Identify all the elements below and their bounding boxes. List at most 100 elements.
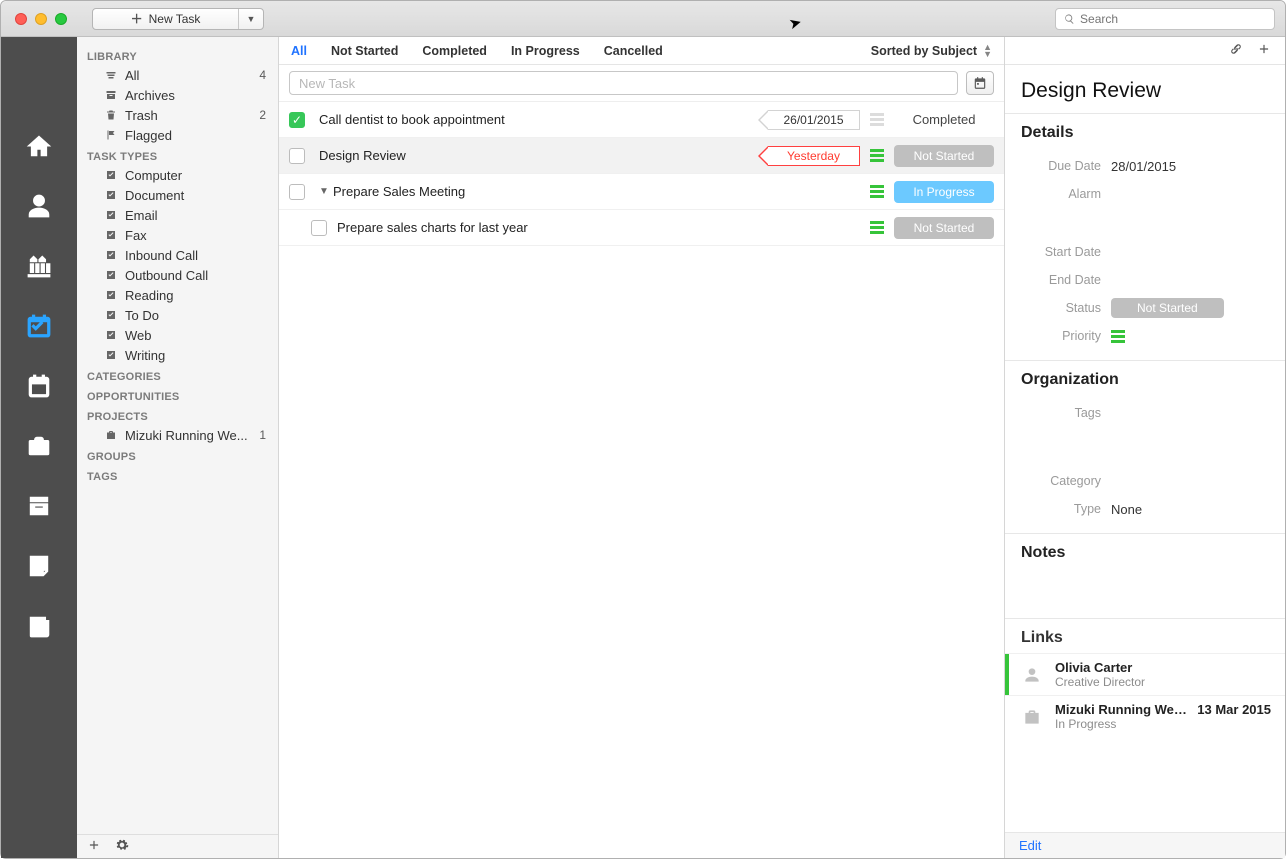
task-date-flag: Yesterday xyxy=(768,146,860,166)
detail-footer: Edit xyxy=(1005,832,1285,858)
person-icon xyxy=(1019,662,1045,688)
nav-rail xyxy=(1,37,77,858)
sidebar-tasktype-reading[interactable]: Reading xyxy=(77,285,278,305)
gear-icon[interactable] xyxy=(115,838,129,855)
filter-tab-in-progress[interactable]: In Progress xyxy=(511,44,580,58)
sidebar-tasktype-writing[interactable]: Writing xyxy=(77,345,278,365)
add-icon[interactable] xyxy=(87,838,101,855)
sort-control[interactable]: Sorted by Subject ▲▼ xyxy=(871,44,992,58)
rail-tasks[interactable] xyxy=(15,307,63,345)
sidebar-item-trash[interactable]: Trash 2 xyxy=(77,105,278,125)
link-row-project[interactable]: Mizuki Running Webs... 13 Mar 2015 In Pr… xyxy=(1005,695,1285,737)
priority-icon xyxy=(1111,330,1125,343)
detail-section-links: Links Olivia Carter Creative Director Mi… xyxy=(1005,618,1285,737)
zoom-window-button[interactable] xyxy=(55,13,67,25)
priority-icon xyxy=(870,185,884,198)
check-icon xyxy=(103,329,119,341)
priority-icon xyxy=(870,221,884,234)
check-icon xyxy=(103,189,119,201)
task-status: Completed xyxy=(894,112,994,127)
sidebar-tasktype-computer[interactable]: Computer xyxy=(77,165,278,185)
calendar-icon xyxy=(973,76,987,90)
rail-opportunities[interactable] xyxy=(15,487,63,525)
sidebar-section-categories: CATEGORIES xyxy=(77,365,278,385)
sidebar-tasktype-web[interactable]: Web xyxy=(77,325,278,345)
link-row-person[interactable]: Olivia Carter Creative Director xyxy=(1005,653,1285,695)
sidebar-item-flagged[interactable]: Flagged xyxy=(77,125,278,145)
stack-icon xyxy=(103,69,119,81)
filter-tab-cancelled[interactable]: Cancelled xyxy=(604,44,663,58)
sidebar-project-mizuki[interactable]: Mizuki Running We... 1 xyxy=(77,425,278,445)
rail-calendar[interactable] xyxy=(15,367,63,405)
sidebar-tasktype-inbound-call[interactable]: Inbound Call xyxy=(77,245,278,265)
sidebar-footer xyxy=(77,834,278,858)
check-icon xyxy=(103,309,119,321)
sidebar-section-groups: GROUPS xyxy=(77,445,278,465)
detail-title: Design Review xyxy=(1005,65,1285,113)
close-window-button[interactable] xyxy=(15,13,27,25)
detail-section-notes: Notes xyxy=(1005,533,1285,618)
rail-contacts[interactable] xyxy=(15,187,63,225)
task-checkbox[interactable]: ✓ xyxy=(289,112,305,128)
sidebar-tasktype-todo[interactable]: To Do xyxy=(77,305,278,325)
new-task-segmented: ＋ New Task ▼ xyxy=(92,8,264,30)
link-icon[interactable] xyxy=(1229,42,1243,59)
sort-arrows-icon: ▲▼ xyxy=(983,44,992,58)
filter-tab-completed[interactable]: Completed xyxy=(422,44,487,58)
chevron-down-icon: ▼ xyxy=(247,14,256,24)
check-icon xyxy=(103,249,119,261)
sidebar-tasktype-fax[interactable]: Fax xyxy=(77,225,278,245)
task-status: Not Started xyxy=(894,145,994,167)
sidebar: LIBRARY All 4 Archives Trash 2 Fl xyxy=(77,37,279,858)
minimize-window-button[interactable] xyxy=(35,13,47,25)
quick-add-input[interactable] xyxy=(289,71,958,95)
rail-home[interactable] xyxy=(15,127,63,165)
calendar-button[interactable] xyxy=(966,71,994,95)
detail-toolbar xyxy=(1005,37,1285,65)
sidebar-tasktype-document[interactable]: Document xyxy=(77,185,278,205)
rail-projects[interactable] xyxy=(15,427,63,465)
task-row[interactable]: Design Review Yesterday Not Started xyxy=(279,138,1004,174)
filter-tab-all[interactable]: All xyxy=(291,44,307,58)
search-input[interactable] xyxy=(1080,12,1266,26)
task-pane: All Not Started Completed In Progress Ca… xyxy=(279,37,1005,858)
mouse-cursor-icon: ➤ xyxy=(787,13,804,34)
task-checkbox[interactable] xyxy=(311,220,327,236)
task-checkbox[interactable] xyxy=(289,184,305,200)
task-status: In Progress xyxy=(894,181,994,203)
sidebar-section-library: LIBRARY xyxy=(77,45,278,65)
disclosure-triangle-icon[interactable]: ▼ xyxy=(319,186,329,197)
rail-organizations[interactable] xyxy=(15,247,63,285)
check-icon xyxy=(103,229,119,241)
filter-tab-not-started[interactable]: Not Started xyxy=(331,44,398,58)
rail-news[interactable] xyxy=(15,607,63,645)
sidebar-item-all[interactable]: All 4 xyxy=(77,65,278,85)
sidebar-tasktype-email[interactable]: Email xyxy=(77,205,278,225)
task-checkbox[interactable] xyxy=(289,148,305,164)
new-task-button[interactable]: ＋ New Task xyxy=(93,9,238,29)
task-row[interactable]: ✓ Call dentist to book appointment 26/01… xyxy=(279,102,1004,138)
check-icon xyxy=(103,209,119,221)
task-row[interactable]: ▼ Prepare Sales Meeting In Progress xyxy=(279,174,1004,210)
searchbox[interactable] xyxy=(1055,8,1275,30)
sidebar-tasktype-outbound-call[interactable]: Outbound Call xyxy=(77,265,278,285)
plus-icon[interactable] xyxy=(1257,42,1271,59)
plus-icon: ＋ xyxy=(131,10,143,27)
briefcase-icon xyxy=(1019,704,1045,730)
task-row[interactable]: Prepare sales charts for last year Not S… xyxy=(279,210,1004,246)
flag-icon xyxy=(103,129,119,141)
detail-pane: Design Review Details Due Date28/01/2015… xyxy=(1005,37,1285,858)
edit-button[interactable]: Edit xyxy=(1019,838,1041,853)
new-task-dropdown-button[interactable]: ▼ xyxy=(238,9,263,29)
sidebar-section-opportunities: OPPORTUNITIES xyxy=(77,385,278,405)
briefcase-icon xyxy=(103,429,119,441)
sidebar-section-projects: PROJECTS xyxy=(77,405,278,425)
quick-add-row xyxy=(279,65,1004,102)
detail-type: None xyxy=(1111,502,1142,517)
check-icon xyxy=(103,169,119,181)
sidebar-item-archives[interactable]: Archives xyxy=(77,85,278,105)
detail-section-organization: Organization Tags Category TypeNone xyxy=(1005,360,1285,533)
sidebar-section-task-types: TASK TYPES xyxy=(77,145,278,165)
detail-due-date: 28/01/2015 xyxy=(1111,159,1176,174)
rail-notes[interactable] xyxy=(15,547,63,585)
